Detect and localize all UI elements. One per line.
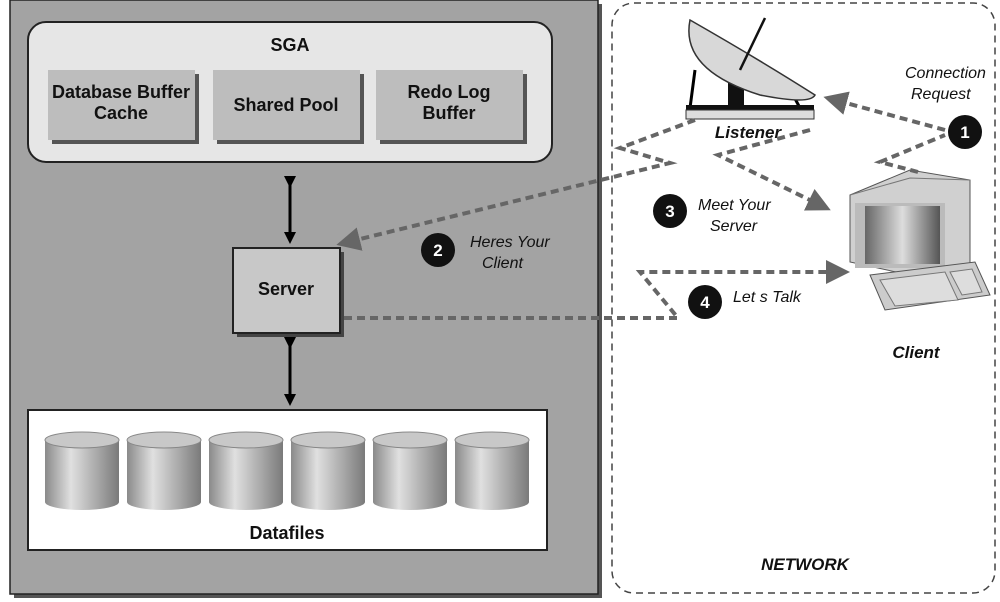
- datafile-cylinder-icon: [126, 431, 202, 510]
- step-label: Connection: [905, 65, 986, 82]
- step-label: Server: [710, 218, 758, 235]
- oracle-connection-diagram: SGA Database BufferCache Shared Pool Redo …: [9, 0, 996, 598]
- listener-label: Listener: [715, 123, 783, 142]
- datafile-cylinder-icon: [454, 431, 530, 510]
- datafile-cylinder-icon: [290, 431, 366, 510]
- server-label: Server: [258, 279, 314, 299]
- datafile-cylinder-icon: [208, 431, 284, 510]
- network-label: NETWORK: [761, 555, 851, 574]
- sga-component: Redo LogBuffer: [376, 70, 527, 144]
- sga-component: Database BufferCache: [48, 70, 199, 144]
- datafile-cylinder-icon: [372, 431, 448, 510]
- sga-component: Shared Pool: [213, 70, 364, 144]
- sga-title: SGA: [270, 35, 309, 55]
- client-computer-icon: [849, 169, 991, 311]
- server-box: Server: [232, 247, 344, 337]
- step-number: 2: [433, 241, 442, 260]
- step-number: 3: [665, 202, 674, 221]
- sga-component-label: Database Buffer: [52, 82, 190, 102]
- satellite-dish-icon: [685, 17, 816, 120]
- step-label: Request: [911, 86, 971, 103]
- step-3: 3 Meet Your Server: [653, 194, 771, 235]
- step-label: Let s Talk: [733, 289, 802, 306]
- step-label: Client: [482, 255, 523, 272]
- step-number: 1: [960, 123, 969, 142]
- client-label: Client: [892, 343, 941, 362]
- datafile-cylinder-icon: [44, 431, 120, 510]
- sga-component-label: Cache: [94, 103, 148, 123]
- step-number: 4: [700, 293, 710, 312]
- datafiles-label: Datafiles: [249, 523, 324, 543]
- step-label: Meet Your: [698, 197, 771, 214]
- step-label: Heres Your: [470, 234, 550, 251]
- sga-component-label: Buffer: [423, 103, 476, 123]
- sga-component-label: Redo Log: [408, 82, 491, 102]
- step-4: 4 Let s Talk: [688, 285, 802, 319]
- datafiles-box: Datafiles: [27, 409, 548, 551]
- sga-component-label: Shared Pool: [233, 95, 338, 115]
- connection-request-path: [873, 133, 946, 174]
- connection-request-arrow: [823, 91, 946, 132]
